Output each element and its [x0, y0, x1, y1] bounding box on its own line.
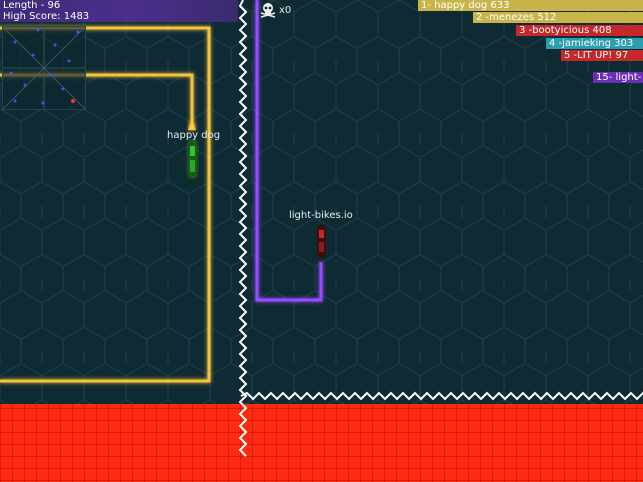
- danger-zone: [0, 404, 643, 482]
- leaderboard-entry-4: 4 -jamieking 303: [546, 38, 643, 49]
- leaderboard-entry-3: 3 -bootyicious 408: [516, 25, 643, 36]
- kill-counter: x0: [260, 0, 291, 20]
- player-name-light-bikes: light-bikes.io: [289, 210, 353, 221]
- kill-count: x0: [279, 4, 292, 16]
- hex-grid-background: [0, 0, 643, 404]
- leaderboard-entry-2: 2 -menezes 512: [473, 12, 643, 23]
- leaderboard-entry-self: 15- light-: [593, 72, 643, 83]
- length-readout: Length - 96: [3, 0, 61, 11]
- high-score-readout: High Score: 1483: [3, 11, 90, 22]
- player-bike: [317, 225, 326, 258]
- leaderboard-entry-5: 5 -LIT UP! 97: [561, 50, 643, 61]
- minimap: [2, 26, 86, 110]
- stats-panel: Length - 96 High Score: 1483: [0, 0, 238, 22]
- game-canvas: [0, 0, 643, 482]
- leaderboard-entry-1: 1- happy dog 633: [418, 0, 643, 11]
- skull-icon: [260, 3, 276, 18]
- player-name-happy-dog: happy dog: [167, 130, 221, 141]
